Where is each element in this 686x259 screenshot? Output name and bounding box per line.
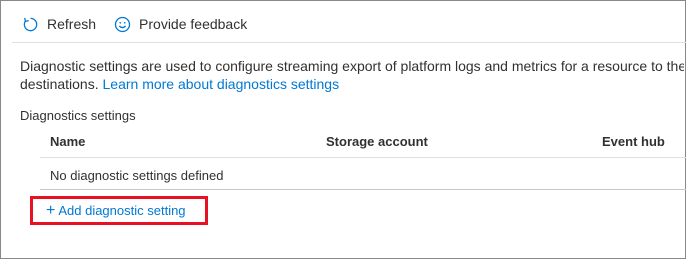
- diagnostic-settings-table: Name Storage account Event hub No diagno…: [40, 126, 686, 190]
- refresh-icon: [23, 17, 38, 31]
- plus-icon: +: [46, 201, 56, 219]
- description: Diagnostic settings are used to configur…: [20, 57, 684, 93]
- column-header-name[interactable]: Name: [50, 134, 85, 149]
- toolbar: Refresh Provide feedback: [22, 12, 265, 36]
- learn-more-link[interactable]: Learn more about diagnostics settings: [103, 76, 340, 92]
- refresh-button[interactable]: Refresh: [22, 16, 96, 33]
- toolbar-divider: [12, 42, 686, 43]
- table-row: No diagnostic settings defined: [40, 158, 686, 190]
- table-header: Name Storage account Event hub: [40, 126, 686, 158]
- column-header-event-hub[interactable]: Event hub: [602, 134, 665, 149]
- smiley-icon: [114, 16, 131, 32]
- refresh-label: Refresh: [47, 16, 97, 32]
- add-diagnostic-setting-label: Add diagnostic setting: [58, 203, 186, 218]
- description-line-2: destinations. Learn more about diagnosti…: [20, 75, 684, 93]
- description-line-1: Diagnostic settings are used to configur…: [20, 58, 684, 74]
- provide-feedback-button[interactable]: Provide feedback: [114, 16, 247, 33]
- column-header-storage-account[interactable]: Storage account: [326, 134, 428, 149]
- add-diagnostic-setting-link[interactable]: + Add diagnostic setting: [30, 196, 208, 225]
- section-title: Diagnostics settings: [20, 108, 136, 123]
- empty-message: No diagnostic settings defined: [50, 168, 224, 183]
- feedback-label: Provide feedback: [139, 16, 248, 32]
- description-line-2-prefix: destinations.: [20, 76, 103, 92]
